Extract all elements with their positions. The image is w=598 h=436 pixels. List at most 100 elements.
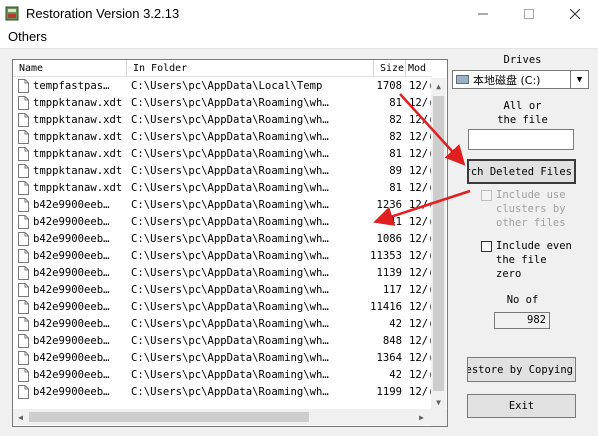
- modified-cell: 12/(: [409, 386, 431, 398]
- table-row[interactable]: b42e9900eeb… C:\Users\pc\AppData\Roaming\…: [13, 282, 431, 299]
- file-icon: [18, 215, 29, 229]
- include-zero-size-label: Include even the file zero: [496, 240, 572, 280]
- file-icon: [18, 249, 29, 263]
- deleted-files-list[interactable]: Name In Folder Size Mod tempfastpas… C:\U…: [12, 59, 448, 427]
- table-row[interactable]: b42e9900eeb… C:\Users\pc\AppData\Roaming\…: [13, 265, 431, 282]
- search-deleted-files-button[interactable]: Search Deleted Files: [467, 159, 576, 184]
- table-row[interactable]: tmppktanaw.xdt C:\Users\pc\AppData\Roamin…: [13, 163, 431, 180]
- modified-cell: 12/(: [409, 80, 431, 92]
- table-row[interactable]: b42e9900eeb… C:\Users\pc\AppData\Roaming\…: [13, 299, 431, 316]
- scroll-down-arrow-icon[interactable]: ▼: [431, 394, 446, 410]
- folder-cell: C:\Users\pc\AppData\Roaming\wh…: [131, 233, 329, 245]
- table-row[interactable]: b42e9900eeb… C:\Users\pc\AppData\Roaming\…: [13, 367, 431, 384]
- table-row[interactable]: b42e9900eeb… C:\Users\pc\AppData\Roaming\…: [13, 350, 431, 367]
- size-cell: 89: [389, 165, 402, 177]
- menu-bar: Others: [0, 28, 598, 49]
- table-row[interactable]: tmppktanaw.xdt C:\Users\pc\AppData\Roamin…: [13, 112, 431, 129]
- file-icon: [18, 181, 29, 195]
- table-row[interactable]: tmppktanaw.xdt C:\Users\pc\AppData\Roamin…: [13, 95, 431, 112]
- exit-button[interactable]: Exit: [467, 394, 576, 418]
- size-cell: 81: [389, 182, 402, 194]
- table-row[interactable]: b42e9900eeb… C:\Users\pc\AppData\Roaming\…: [13, 333, 431, 350]
- close-button[interactable]: [552, 0, 598, 28]
- include-zero-size-checkbox[interactable]: [481, 241, 492, 252]
- file-name-cell: tmppktanaw.xdt: [33, 131, 123, 143]
- size-cell: 1139: [376, 267, 402, 279]
- file-icon: [18, 283, 29, 297]
- vertical-scroll-thumb[interactable]: [433, 96, 444, 391]
- table-row[interactable]: b42e9900eeb… C:\Users\pc\AppData\Roaming\…: [13, 248, 431, 265]
- title-bar[interactable]: Restoration Version 3.2.13: [0, 0, 598, 28]
- chevron-down-icon[interactable]: ▼: [570, 71, 588, 88]
- drives-label: Drives: [503, 54, 542, 66]
- table-row[interactable]: b42e9900eeb… C:\Users\pc\AppData\Roaming\…: [13, 316, 431, 333]
- size-cell: 11353: [370, 250, 402, 262]
- modified-cell: 12/(: [409, 216, 431, 228]
- file-name-input[interactable]: [468, 129, 574, 150]
- folder-cell: C:\Users\pc\AppData\Roaming\wh…: [131, 335, 329, 347]
- file-name-cell: b42e9900eeb…: [33, 199, 110, 211]
- size-cell: 117: [382, 284, 402, 296]
- size-cell: 1199: [376, 386, 402, 398]
- table-row[interactable]: b42e9900eeb… C:\Users\pc\AppData\Roaming\…: [13, 384, 431, 401]
- scroll-left-arrow-icon[interactable]: ◀: [13, 409, 28, 425]
- file-name-cell: b42e9900eeb…: [33, 335, 110, 347]
- drive-select[interactable]: 本地磁盘 (C:) ▼: [452, 70, 589, 89]
- column-header-size[interactable]: Size: [374, 60, 406, 77]
- table-row[interactable]: tmppktanaw.xdt C:\Users\pc\AppData\Roamin…: [13, 129, 431, 146]
- file-icon: [18, 96, 29, 110]
- folder-cell: C:\Users\pc\AppData\Roaming\wh…: [131, 284, 329, 296]
- folder-cell: C:\Users\pc\AppData\Roaming\wh…: [131, 386, 329, 398]
- table-row[interactable]: tmppktanaw.xdt C:\Users\pc\AppData\Roamin…: [13, 180, 431, 197]
- folder-cell: C:\Users\pc\AppData\Roaming\wh…: [131, 250, 329, 262]
- app-icon: [5, 6, 19, 21]
- folder-cell: C:\Users\pc\AppData\Roaming\wh…: [131, 199, 329, 211]
- the-file-label: the file: [497, 114, 548, 126]
- folder-cell: C:\Users\pc\AppData\Roaming\wh…: [131, 131, 329, 143]
- file-name-cell: tmppktanaw.xdt: [33, 148, 123, 160]
- scroll-right-arrow-icon[interactable]: ▶: [414, 409, 429, 425]
- size-cell: 41: [389, 216, 402, 228]
- table-row[interactable]: b42e9900eeb… C:\Users\pc\AppData\Roaming\…: [13, 214, 431, 231]
- column-header-modified[interactable]: Mod: [406, 60, 432, 77]
- file-icon: [18, 198, 29, 212]
- file-name-cell: b42e9900eeb…: [33, 386, 110, 398]
- folder-cell: C:\Users\pc\AppData\Roaming\wh…: [131, 182, 329, 194]
- modified-cell: 12/(: [409, 233, 431, 245]
- file-icon: [18, 368, 29, 382]
- scroll-up-arrow-icon[interactable]: ▲: [431, 78, 446, 94]
- modified-cell: 12/(: [409, 369, 431, 381]
- restore-by-copying-button[interactable]: Restore by Copying: [467, 357, 576, 382]
- all-or-label: All or: [503, 100, 542, 112]
- include-used-clusters-checkbox[interactable]: [481, 190, 492, 201]
- folder-cell: C:\Users\pc\AppData\Roaming\wh…: [131, 369, 329, 381]
- size-cell: 11416: [370, 301, 402, 313]
- table-rows: tempfastpas… C:\Users\pc\AppData\Local\Te…: [13, 78, 431, 410]
- drive-select-value: 本地磁盘 (C:): [473, 74, 541, 87]
- table-row[interactable]: b42e9900eeb… C:\Users\pc\AppData\Roaming\…: [13, 231, 431, 248]
- table-row[interactable]: b42e9900eeb… C:\Users\pc\AppData\Roaming\…: [13, 197, 431, 214]
- window-title: Restoration Version 3.2.13: [26, 6, 180, 21]
- folder-cell: C:\Users\pc\AppData\Roaming\wh…: [131, 97, 329, 109]
- horizontal-scroll-thumb[interactable]: [29, 412, 309, 422]
- file-name-cell: tmppktanaw.xdt: [33, 97, 123, 109]
- horizontal-scrollbar[interactable]: ◀ ▶: [13, 409, 431, 425]
- file-icon: [18, 232, 29, 246]
- maximize-button[interactable]: [506, 0, 552, 28]
- table-row[interactable]: tmppktanaw.xdt C:\Users\pc\AppData\Roamin…: [13, 146, 431, 163]
- drive-icon: [456, 75, 469, 84]
- file-name-cell: b42e9900eeb…: [33, 216, 110, 228]
- size-cell: 82: [389, 131, 402, 143]
- column-header-folder[interactable]: In Folder: [127, 60, 374, 77]
- file-name-cell: b42e9900eeb…: [33, 301, 110, 313]
- vertical-scrollbar[interactable]: ▲ ▼: [431, 78, 446, 410]
- minimize-button[interactable]: [460, 0, 506, 28]
- folder-cell: C:\Users\pc\AppData\Roaming\wh…: [131, 301, 329, 313]
- column-header-name[interactable]: Name: [13, 60, 127, 77]
- menu-others[interactable]: Others: [8, 29, 47, 44]
- size-cell: 42: [389, 318, 402, 330]
- file-icon: [18, 79, 29, 93]
- table-row[interactable]: tempfastpas… C:\Users\pc\AppData\Local\Te…: [13, 78, 431, 95]
- folder-cell: C:\Users\pc\AppData\Local\Temp: [131, 80, 323, 92]
- modified-cell: 12/(: [409, 335, 431, 347]
